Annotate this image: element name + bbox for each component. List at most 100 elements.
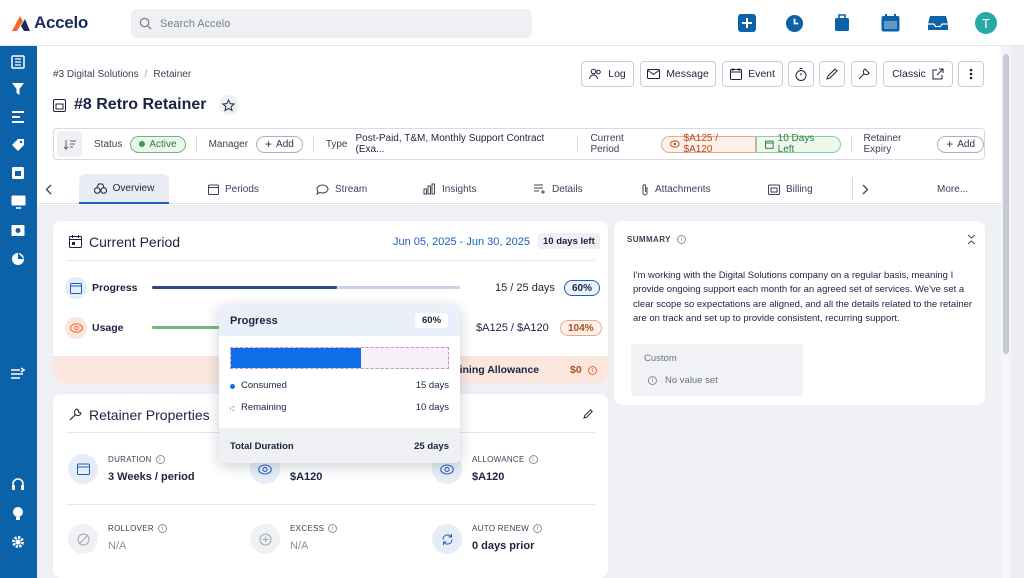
expiry-add-button[interactable]: + Add — [937, 135, 985, 153]
sidebar-expand-icon[interactable] — [10, 366, 26, 382]
accelo-logo[interactable]: Accelo — [10, 13, 88, 33]
tab-stream[interactable]: Stream — [316, 174, 367, 204]
remaining-allowance-value: $0 — [570, 364, 582, 376]
page-scrollbar[interactable] — [1001, 46, 1011, 578]
tabs-scroll-left-button[interactable] — [45, 174, 57, 204]
window-edge — [1011, 46, 1024, 578]
tabs-scroll-right-button[interactable] — [862, 174, 869, 204]
log-button[interactable]: Log — [581, 61, 634, 87]
sidebar-funnel-icon[interactable] — [10, 81, 26, 97]
scrollbar-thumb[interactable] — [1003, 54, 1009, 354]
excess-label: EXCESS — [290, 524, 325, 533]
type-value[interactable]: Post-Paid, T&M, Monthly Support Contract… — [356, 133, 568, 155]
custom-field-box[interactable]: Custom i No value set — [631, 344, 803, 396]
tab-details-label: Details — [552, 183, 583, 195]
rollover-icon — [68, 524, 98, 554]
allowance-label-row: ALLOWANCE i — [472, 455, 538, 464]
inbox-icon[interactable] — [928, 13, 948, 33]
event-button[interactable]: Event — [722, 61, 783, 87]
event-button-label: Event — [748, 68, 775, 80]
duration-label: DURATION — [108, 455, 152, 464]
breadcrumb-current[interactable]: Retainer — [153, 69, 191, 80]
periods-icon — [208, 184, 219, 195]
search-bar[interactable] — [131, 9, 532, 38]
message-button[interactable]: Message — [640, 61, 716, 87]
retainer-expiry-label: Retainer Expiry — [863, 133, 902, 155]
info-icon[interactable]: i — [588, 366, 597, 375]
sidebar-lightbulb-icon[interactable] — [10, 505, 26, 521]
kebab-menu-icon — [969, 68, 973, 80]
days-left-badge: 10 days left — [538, 233, 600, 249]
info-icon[interactable]: i — [155, 455, 165, 464]
info-icon[interactable]: i — [528, 455, 538, 464]
divider — [312, 136, 314, 152]
tab-billing[interactable]: Billing — [768, 174, 813, 204]
excess-value: N/A — [290, 540, 309, 552]
calendar-icon[interactable] — [880, 13, 900, 33]
divider — [850, 136, 852, 152]
tab-details[interactable]: Details — [534, 174, 583, 204]
sidebar-tag-icon[interactable] — [10, 137, 26, 153]
current-period-title: Current Period — [89, 234, 181, 250]
add-icon[interactable] — [737, 13, 757, 33]
rollover-label: ROLLOVER — [108, 524, 154, 533]
app-name: Accelo — [34, 13, 88, 32]
popover-progress-bar — [230, 347, 449, 369]
auto-renew-label: AUTO RENEW — [472, 524, 530, 533]
tab-insights[interactable]: Insights — [423, 174, 476, 204]
sort-toggle[interactable] — [57, 131, 82, 157]
sort-icon — [63, 139, 76, 150]
manager-add-label: Add — [276, 138, 294, 150]
collapse-icon[interactable] — [967, 234, 976, 245]
tab-overview[interactable]: Overview — [79, 174, 169, 204]
info-icon[interactable]: i — [533, 524, 543, 533]
current-period-days: 10 Days Left — [777, 133, 815, 155]
info-icon[interactable]: i — [157, 524, 167, 533]
popover-header: Progress 60% — [219, 305, 460, 336]
main-content: #3 Digital Solutions / Retainer Log Mess… — [37, 46, 1001, 578]
current-period-days-badge[interactable]: 10 Days Left — [756, 133, 841, 155]
sidebar-settings-icon[interactable] — [10, 534, 26, 550]
info-icon: i — [648, 376, 657, 385]
star-icon — [222, 98, 235, 111]
allowance-label: ALLOWANCE — [472, 455, 525, 464]
tools-button[interactable] — [851, 61, 877, 87]
current-period-money: $A125 / $A120 — [683, 133, 719, 155]
stopwatch-button[interactable] — [788, 61, 814, 87]
calendar-small-icon — [765, 140, 774, 149]
sidebar-dashboard-icon[interactable] — [10, 54, 26, 70]
more-options-button[interactable] — [958, 61, 984, 87]
binoculars-icon — [93, 183, 107, 194]
sidebar-reports-icon[interactable] — [10, 251, 26, 267]
tab-attachments[interactable]: Attachments — [641, 174, 711, 204]
remaining-dot — [230, 406, 235, 411]
edit-properties-icon[interactable] — [583, 409, 593, 419]
allowance-value: $A120 — [472, 471, 505, 483]
paperclip-icon — [642, 183, 648, 195]
sidebar-billing-icon[interactable] — [10, 222, 26, 238]
sidebar-projects-icon[interactable] — [10, 109, 26, 125]
manager-add-button[interactable]: + Add — [256, 135, 303, 153]
tab-more[interactable]: More... — [937, 174, 968, 204]
consumed-row: Consumed 15 days — [230, 380, 449, 394]
sidebar-support-icon[interactable] — [10, 476, 26, 492]
info-icon[interactable]: i — [676, 235, 686, 244]
search-input[interactable] — [160, 17, 500, 30]
timer-clock-icon[interactable] — [784, 13, 804, 33]
excess-label-row: EXCESS i — [290, 524, 338, 533]
sidebar-retainers-icon[interactable] — [10, 165, 26, 181]
retainer-properties-title: Retainer Properties — [89, 407, 210, 423]
type-label: Type — [325, 138, 348, 150]
sidebar-monitor-icon[interactable] — [10, 194, 26, 210]
breadcrumb-parent-link[interactable]: #3 Digital Solutions — [53, 69, 139, 80]
info-bar: Status Active Manager + Add Type Post-Pai… — [53, 128, 985, 160]
current-period-money-badge[interactable]: $A125 / $A120 — [660, 133, 757, 155]
tab-periods[interactable]: Periods — [208, 174, 259, 204]
user-avatar[interactable]: T — [975, 12, 997, 34]
status-badge[interactable]: Active — [130, 135, 186, 153]
classic-view-button[interactable]: Classic — [883, 61, 953, 87]
favorite-star-button[interactable] — [218, 95, 239, 115]
edit-button[interactable] — [819, 61, 845, 87]
info-icon[interactable]: i — [328, 524, 338, 533]
briefcase-icon[interactable] — [832, 12, 852, 32]
